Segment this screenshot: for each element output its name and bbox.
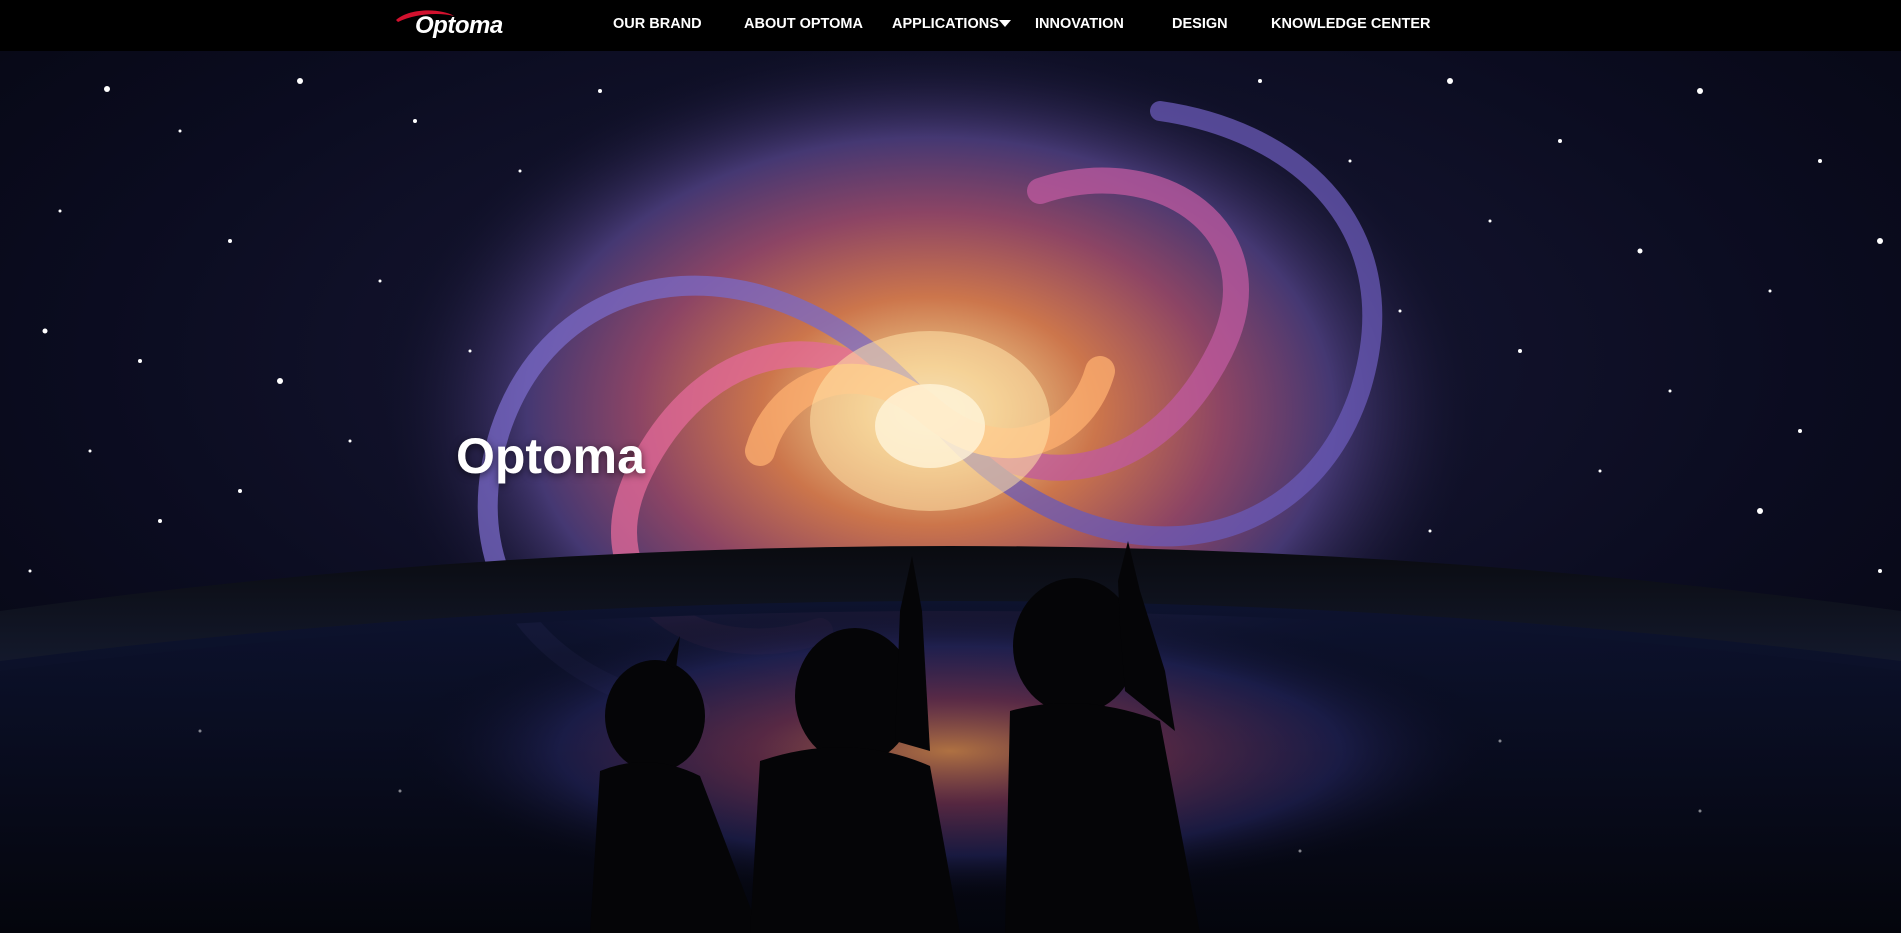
nav-innovation[interactable]: INNOVATION (1035, 14, 1124, 34)
nav-our-brand[interactable]: OUR BRAND (613, 14, 702, 34)
nav-knowledge-center[interactable]: KNOWLEDGE CENTER (1271, 14, 1431, 34)
chevron-down-icon[interactable] (999, 20, 1011, 27)
site-header: Optoma OUR BRAND ABOUT OPTOMA APPLICATIO… (0, 0, 1901, 51)
logo-text: Optoma (415, 12, 503, 39)
optoma-logo[interactable]: Optoma (392, 6, 503, 42)
nav-about-optoma[interactable]: ABOUT OPTOMA (744, 14, 863, 34)
hero-background-image (0, 51, 1901, 933)
nav-applications[interactable]: APPLICATIONS (892, 14, 999, 34)
hero-banner: Optoma (0, 51, 1901, 933)
hero-title: Optoma (456, 428, 645, 484)
nav-design[interactable]: DESIGN (1172, 14, 1228, 34)
